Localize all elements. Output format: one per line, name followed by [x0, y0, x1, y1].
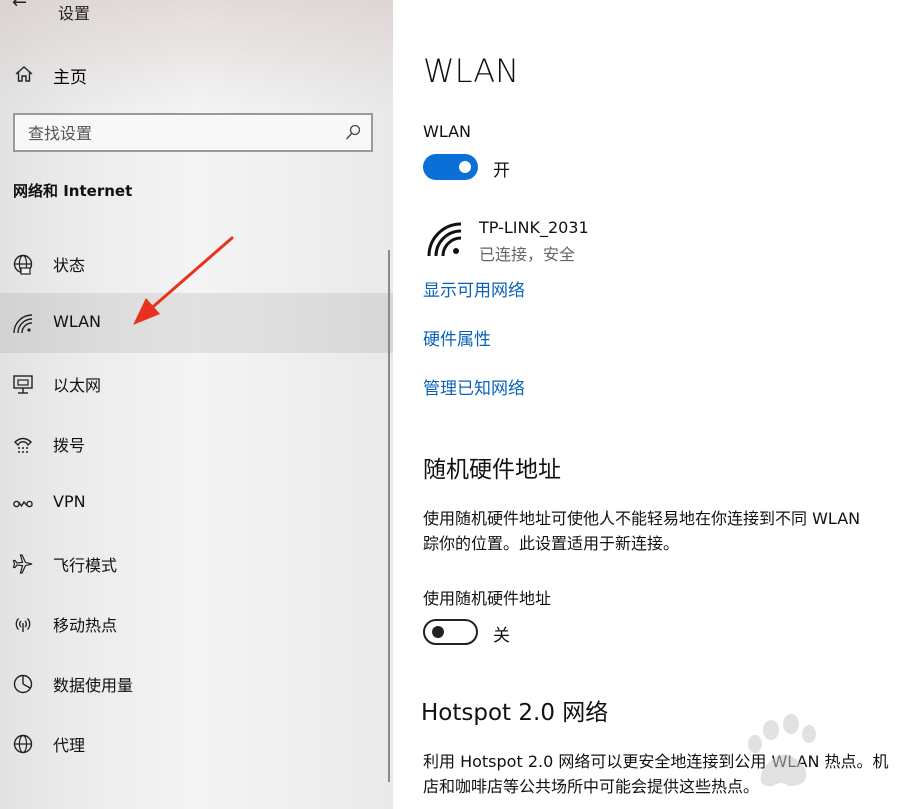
search-icon[interactable] — [345, 124, 361, 141]
dialup-icon — [13, 437, 33, 453]
sidebar-item-label: 主页 — [53, 68, 87, 88]
search-input[interactable] — [28, 121, 328, 145]
show-available-networks-link[interactable]: 显示可用网络 — [423, 276, 525, 301]
home-icon — [15, 66, 33, 82]
hotspot-heading: Hotspot 2.0 网络 — [421, 700, 609, 726]
wifi-icon — [13, 314, 33, 334]
wifi-signal-icon[interactable] — [427, 222, 463, 258]
sidebar-item-label: 移动热点 — [53, 616, 118, 635]
ethernet-icon — [13, 375, 33, 394]
vpn-icon — [13, 500, 33, 508]
description-line: 使用随机硬件地址可使他人不能轻易地在你连接到不同 WLAN — [423, 509, 861, 528]
wlan-toggle[interactable] — [423, 154, 478, 180]
description-line: 利用 Hotspot 2.0 网络可以更安全地连接到公用 WLAN 热点。机 — [423, 752, 889, 771]
toggle-knob — [432, 626, 444, 638]
random-hw-toggle[interactable] — [423, 619, 478, 645]
sidebar-item-vpn[interactable]: VPN — [0, 473, 393, 533]
sidebar-item-dialup[interactable]: 拨号 — [0, 413, 393, 473]
toggle-knob — [459, 161, 471, 173]
hardware-properties-link[interactable]: 硬件属性 — [423, 325, 491, 350]
data-usage-icon — [13, 674, 33, 694]
wlan-label: WLAN — [423, 122, 472, 141]
sidebar-item-label: 以太网 — [53, 376, 102, 395]
proxy-globe-icon — [13, 734, 33, 754]
sidebar-item-label: 飞行模式 — [53, 556, 118, 575]
sidebar-scrollbar[interactable] — [388, 250, 390, 782]
network-name[interactable]: TP-LINK_2031 — [479, 218, 589, 237]
airplane-icon — [12, 554, 33, 574]
sidebar-item-home[interactable]: 主页 — [0, 58, 393, 90]
globe-icon — [13, 254, 33, 275]
hotspot-description: 利用 Hotspot 2.0 网络可以更安全地连接到公用 WLAN 热点。机 店… — [423, 749, 903, 799]
sidebar-item-proxy[interactable]: 代理 — [0, 713, 393, 773]
description-line: 踪你的位置。此设置适用于新连接。 — [423, 534, 680, 553]
sidebar-item-status[interactable]: 状态 — [0, 233, 393, 293]
network-status: 已连接，安全 — [479, 245, 576, 264]
back-arrow-icon[interactable]: ← — [12, 0, 27, 13]
wlan-toggle-state: 开 — [493, 161, 510, 181]
manage-known-networks-link[interactable]: 管理已知网络 — [423, 374, 525, 399]
sidebar-item-label: WLAN — [53, 312, 102, 331]
random-hw-toggle-label: 使用随机硬件地址 — [423, 589, 552, 608]
sidebar-item-airplane-mode[interactable]: 飞行模式 — [0, 533, 393, 593]
main-content: WLAN WLAN 开 TP-LINK_2031 已连接，安全 显示可用网络 硬… — [393, 0, 903, 809]
hotspot-icon — [15, 618, 31, 632]
random-hw-heading: 随机硬件地址 — [423, 457, 561, 483]
random-hw-description: 使用随机硬件地址可使他人不能轻易地在你连接到不同 WLAN 踪你的位置。此设置适… — [423, 506, 903, 556]
sidebar-item-mobile-hotspot[interactable]: 移动热点 — [0, 593, 393, 653]
sidebar-item-label: 代理 — [53, 736, 86, 755]
description-line: 店和咖啡店等公共场所中可能会提供这些热点。 — [423, 777, 760, 796]
section-title: 网络和 Internet — [13, 182, 133, 200]
sidebar-item-label: VPN — [53, 492, 86, 511]
sidebar: ← 设置 主页 网络和 Internet 状态 WLA — [0, 0, 393, 809]
sidebar-item-label: 状态 — [53, 256, 86, 275]
search-box[interactable] — [13, 113, 373, 152]
sidebar-item-label: 拨号 — [53, 436, 86, 455]
sidebar-item-wlan[interactable]: WLAN — [0, 293, 393, 353]
sidebar-item-ethernet[interactable]: 以太网 — [0, 353, 393, 413]
sidebar-item-label: 数据使用量 — [53, 676, 134, 695]
title-bar: ← — [12, 0, 27, 14]
page-title: WLAN — [423, 52, 520, 90]
sidebar-item-data-usage[interactable]: 数据使用量 — [0, 653, 393, 713]
window-title: 设置 — [58, 4, 91, 23]
random-hw-toggle-state: 关 — [493, 626, 510, 646]
